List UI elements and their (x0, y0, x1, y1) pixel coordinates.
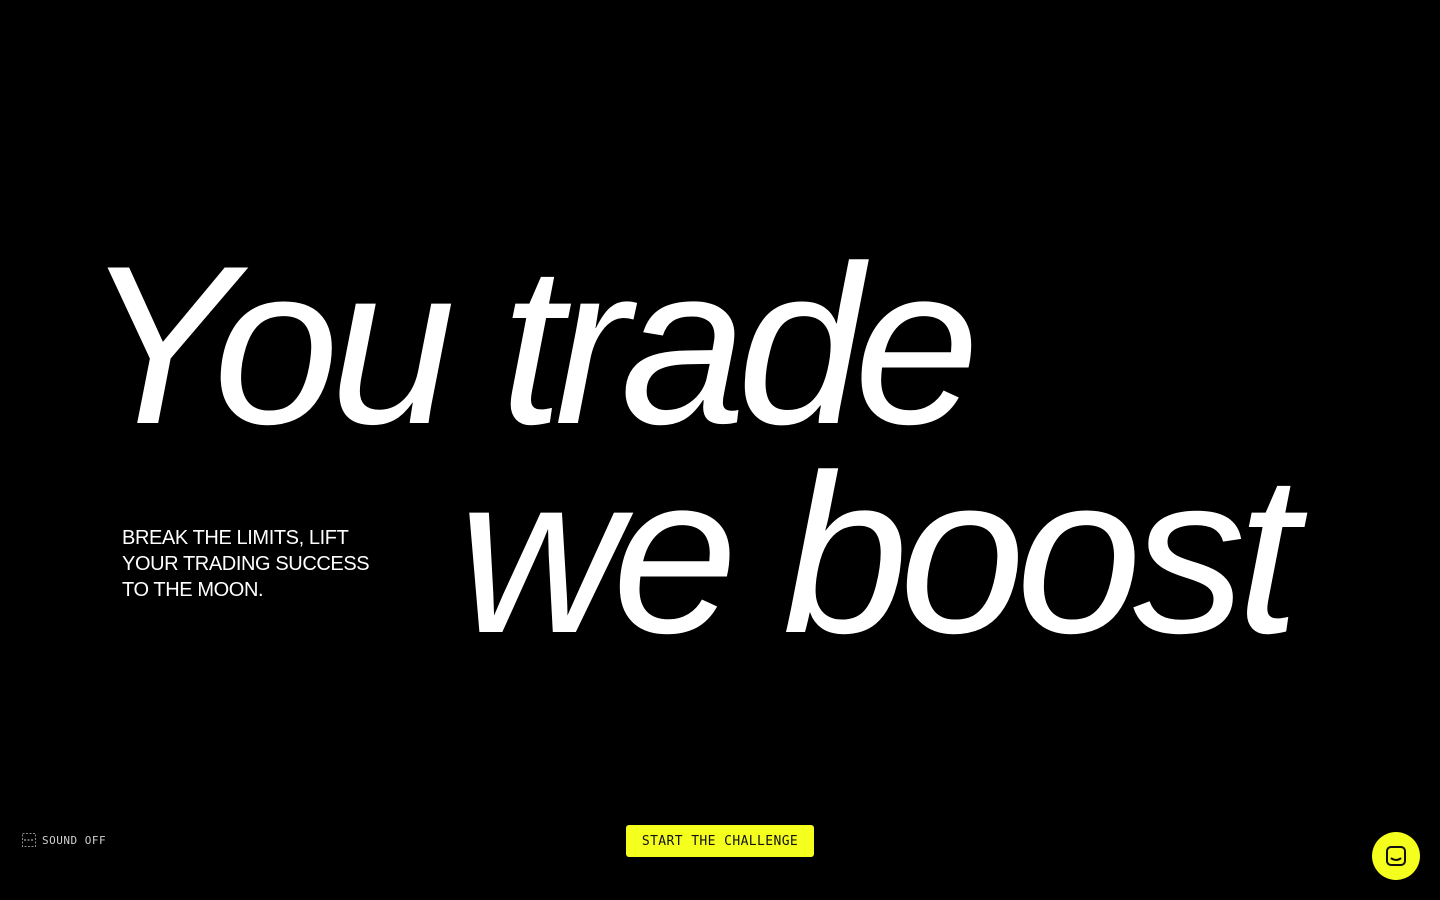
headline-line-1: You trade (84, 218, 980, 471)
tagline-line-3: TO THE MOON. (122, 579, 264, 601)
sound-off-icon (22, 833, 36, 847)
tagline-line-1: BREAK THE LIMITS, LIFT (122, 527, 349, 549)
chat-launcher-button[interactable] (1372, 832, 1420, 880)
sound-toggle-label: SOUND OFF (42, 833, 107, 847)
chat-icon (1386, 846, 1406, 866)
tagline-line-2: YOUR TRADING SUCCESS (122, 553, 370, 575)
sound-toggle[interactable]: SOUND OFF (22, 831, 106, 849)
start-challenge-button[interactable]: START THE CHALLENGE (626, 825, 814, 857)
hero-tagline: BREAK THE LIMITS, LIFT YOUR TRADING SUCC… (122, 525, 422, 603)
headline-line-2: we boost (458, 427, 1300, 680)
